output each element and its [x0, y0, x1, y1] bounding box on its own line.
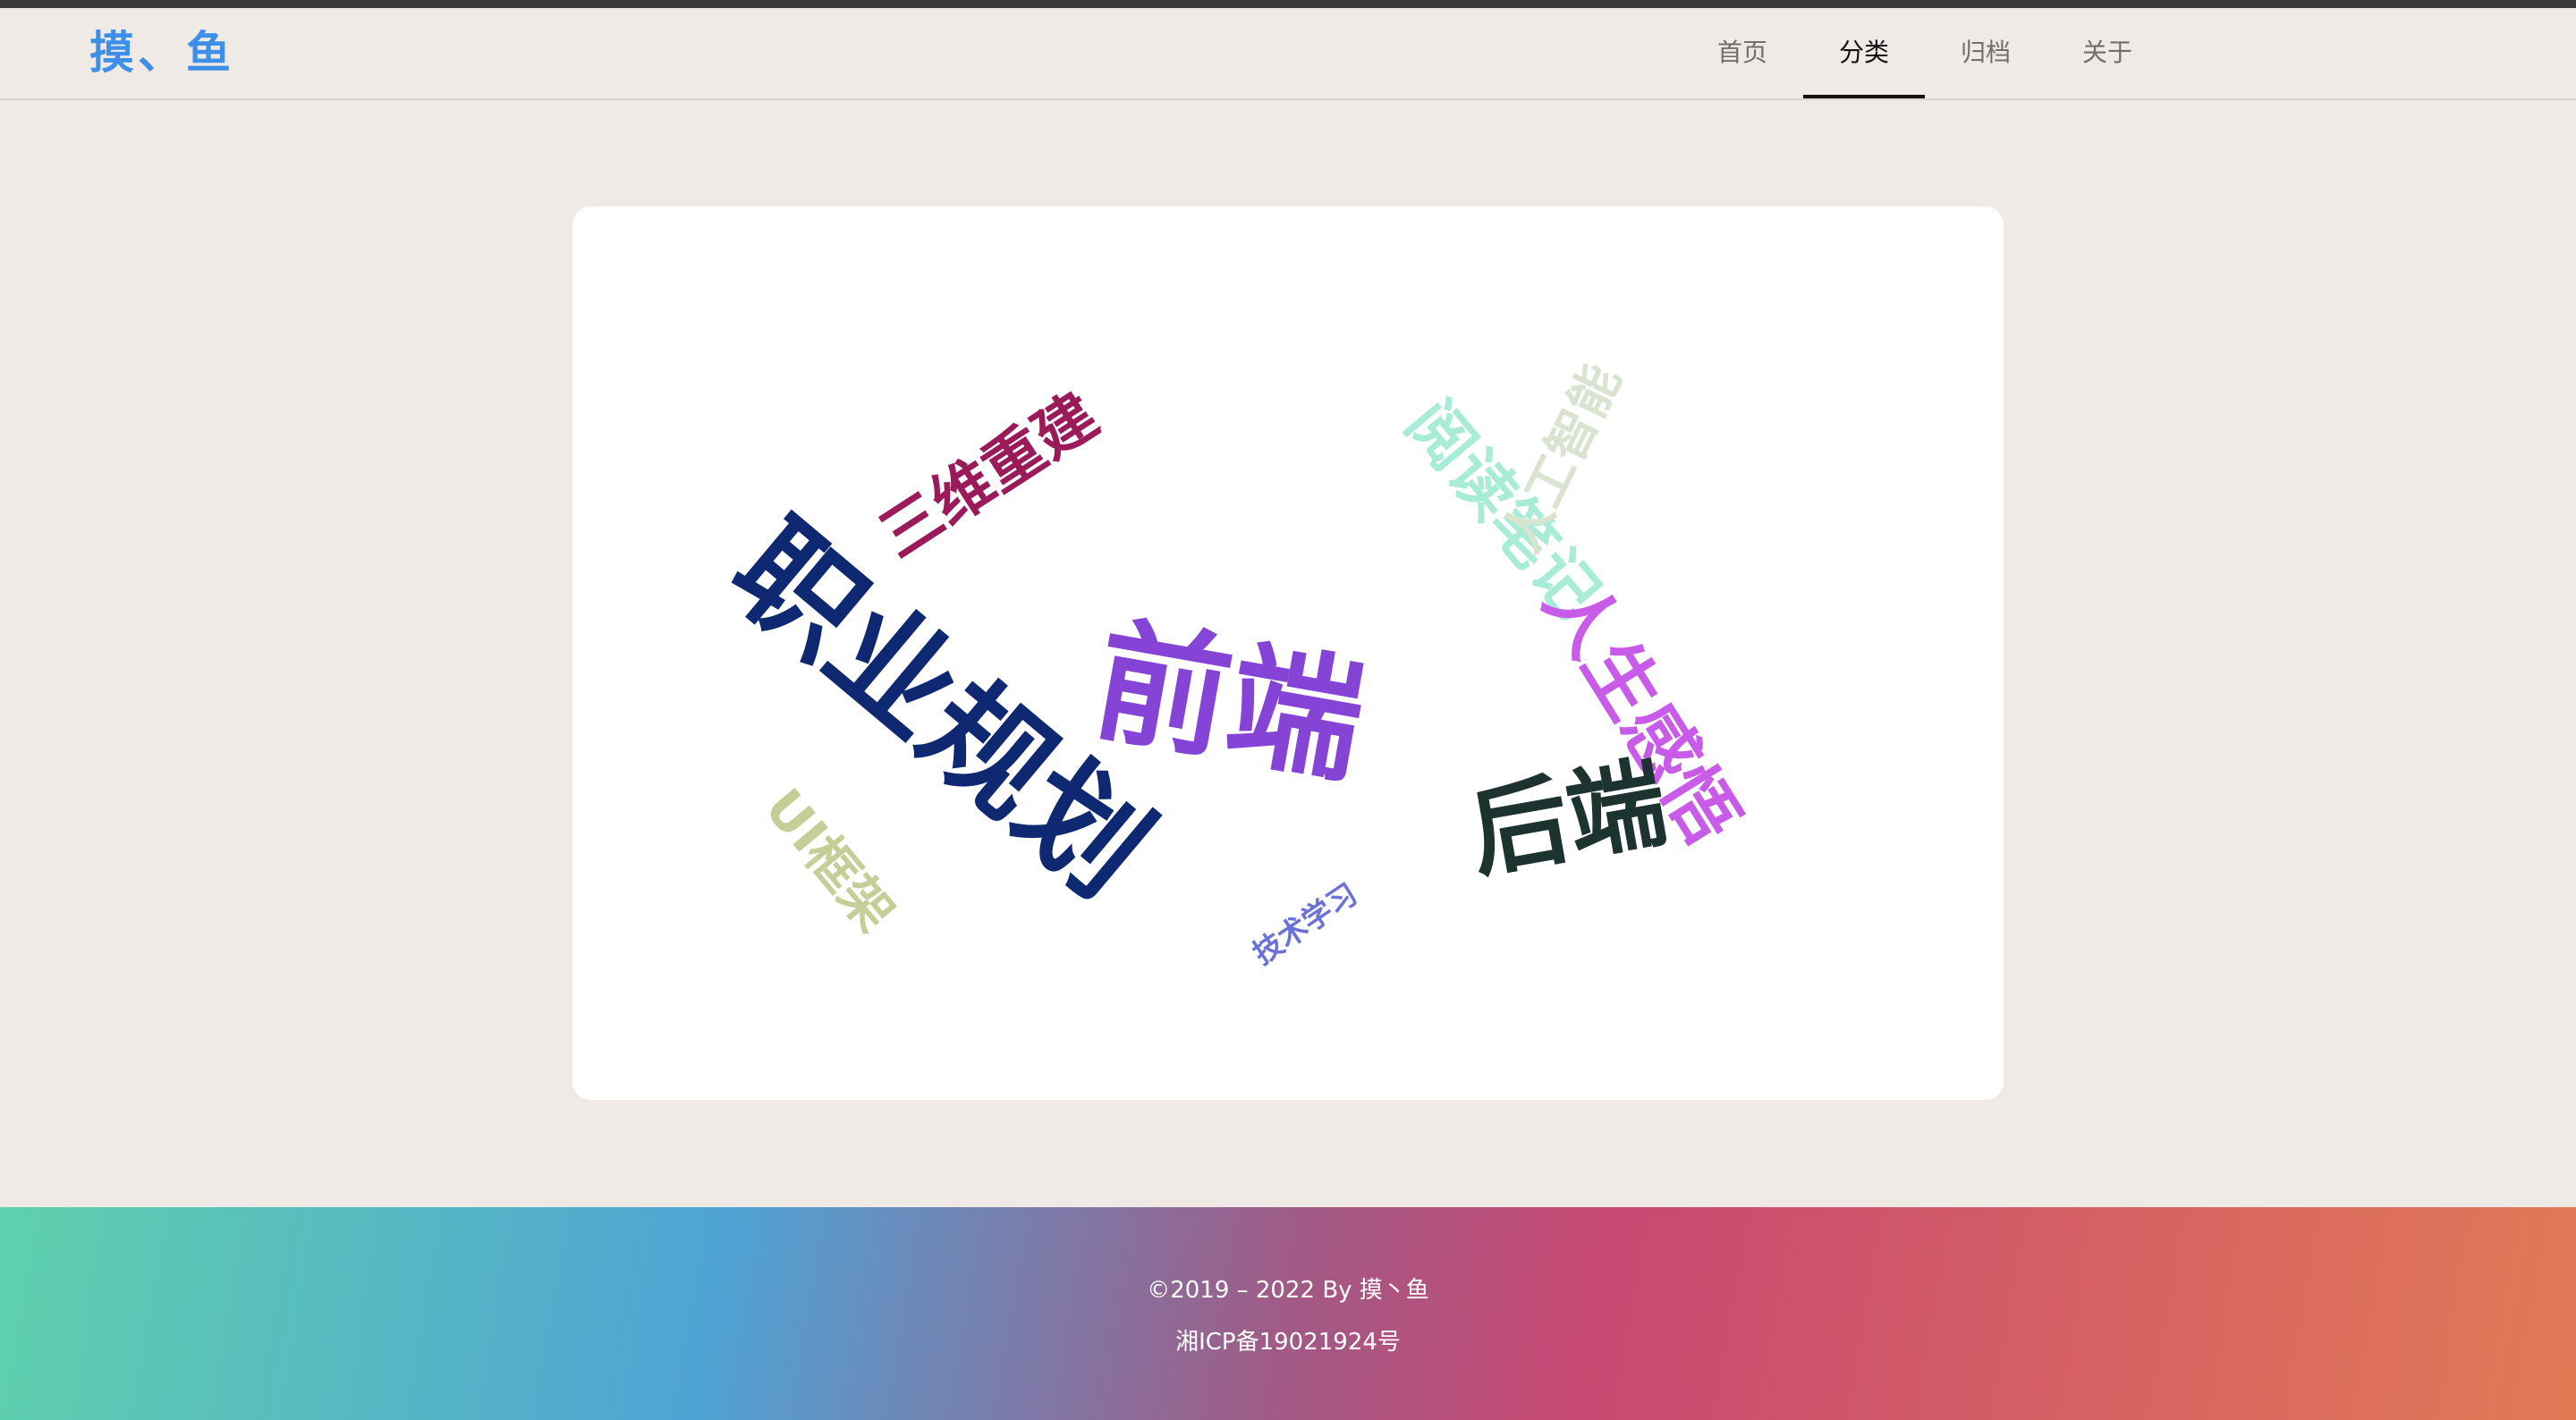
category-word[interactable]: 前端	[1083, 603, 1375, 802]
category-word[interactable]: 技术学习	[1246, 876, 1363, 971]
footer-icp-link[interactable]: 湘ICP备19021924号	[0, 1323, 2576, 1357]
category-word[interactable]: 后端	[1462, 745, 1675, 892]
window-top-strip	[0, 0, 2576, 8]
category-word[interactable]: 三维重建	[868, 380, 1110, 571]
category-word[interactable]: UI框架	[753, 777, 906, 942]
category-word-cloud: 职业规划 前端 三维重建 阅读笔记 人工智能 人生感悟 后端 UI框架 技术学习	[572, 207, 2004, 1100]
nav-archives[interactable]: 归档	[1925, 8, 2046, 98]
site-logo[interactable]: 摸、鱼	[89, 24, 234, 81]
site-header: 摸、鱼 首页 分类 归档 关于	[0, 8, 2576, 100]
category-card: 职业规划 前端 三维重建 阅读笔记 人工智能 人生感悟 后端 UI框架 技术学习	[572, 207, 2004, 1100]
nav-home[interactable]: 首页	[1682, 8, 1803, 98]
site-footer: ©2019 – 2022 By 摸丶鱼 湘ICP备19021924号	[0, 1207, 2576, 1420]
nav-about[interactable]: 关于	[2046, 8, 2168, 98]
footer-copyright: ©2019 – 2022 By 摸丶鱼	[1147, 1277, 1429, 1304]
nav-categories[interactable]: 分类	[1803, 8, 1925, 98]
